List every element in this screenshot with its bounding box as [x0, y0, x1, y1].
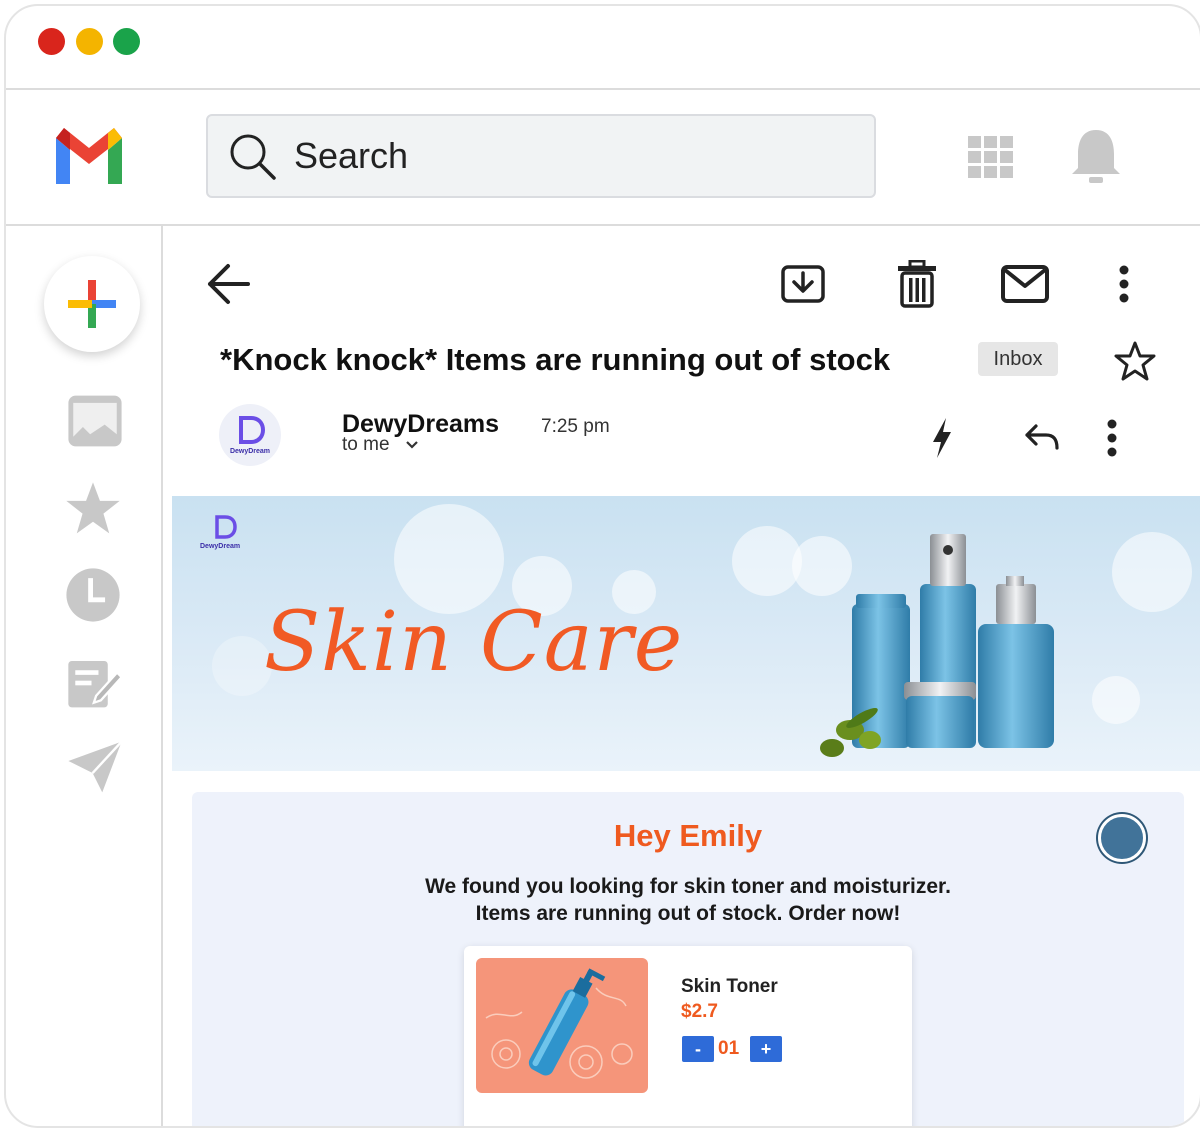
- avatar-caption: DewyDream: [229, 448, 271, 455]
- bokeh: [212, 636, 272, 696]
- clock-icon[interactable]: [64, 566, 122, 624]
- mail-icon[interactable]: [1000, 264, 1050, 304]
- product-card[interactable]: Skin Toner $2.7 - 01 +: [464, 946, 912, 1126]
- compose-button[interactable]: [44, 256, 140, 352]
- banner-headline: Skin Care: [264, 595, 684, 690]
- cosmetic-bottles-illustration: [820, 534, 1054, 757]
- more-vert-icon[interactable]: [1114, 264, 1134, 304]
- email-content-card: Hey Emily We found you looking for skin …: [192, 792, 1184, 1126]
- bell-icon[interactable]: [1070, 128, 1122, 186]
- recipient-label[interactable]: to me: [342, 434, 419, 456]
- chevron-down-icon[interactable]: [405, 440, 419, 450]
- header-divider: [6, 224, 1200, 226]
- message-line-2: Items are running out of stock. Order no…: [475, 902, 901, 925]
- recipient-text: to me: [342, 434, 390, 455]
- close-dot[interactable]: [38, 28, 65, 55]
- increase-quantity-button[interactable]: +: [750, 1036, 782, 1062]
- sidebar-divider: [161, 226, 163, 1126]
- compose-plus-icon: [68, 280, 116, 328]
- quantity-value: 01: [718, 1038, 740, 1059]
- drafts-icon[interactable]: [66, 654, 124, 712]
- maximize-dot[interactable]: [113, 28, 140, 55]
- lightning-icon[interactable]: [930, 416, 954, 460]
- title-divider: [6, 88, 1200, 90]
- browser-window: Search *Knock knock* Items are running o…: [4, 4, 1200, 1128]
- banner-logo-icon: [215, 515, 237, 539]
- trash-icon[interactable]: [896, 260, 938, 308]
- dewydream-logo-icon: [239, 416, 265, 444]
- reply-icon[interactable]: [1024, 422, 1060, 452]
- back-arrow-icon[interactable]: [204, 262, 252, 306]
- search-icon: [230, 134, 276, 180]
- bokeh: [1092, 676, 1140, 724]
- search-bar[interactable]: Search: [206, 114, 876, 198]
- email-subject: *Knock knock* Items are running out of s…: [220, 342, 891, 377]
- banner-logo-text: DewyDream: [200, 543, 241, 550]
- product-price: $2.7: [681, 1001, 718, 1022]
- apps-grid-icon[interactable]: [968, 136, 1014, 180]
- toner-bottle-illustration: [485, 968, 633, 1079]
- gmail-logo-icon[interactable]: [52, 124, 126, 188]
- search-input[interactable]: Search: [294, 136, 408, 176]
- greeting-heading: Hey Emily: [613, 818, 763, 853]
- product-name: Skin Toner: [681, 976, 778, 997]
- product-image[interactable]: [476, 958, 648, 1093]
- star-outline-icon[interactable]: [1114, 340, 1156, 382]
- sender-avatar[interactable]: DewyDream: [219, 404, 281, 466]
- minimize-dot[interactable]: [76, 28, 103, 55]
- message-more-icon[interactable]: [1102, 418, 1122, 458]
- inbox-icon[interactable]: [66, 392, 124, 450]
- inbox-label-badge[interactable]: Inbox: [978, 342, 1058, 376]
- message-line-1: We found you looking for skin toner and …: [425, 875, 951, 898]
- hero-banner: DewyDream Skin Care: [172, 496, 1200, 771]
- decrease-quantity-button[interactable]: -: [682, 1036, 714, 1062]
- archive-icon[interactable]: [780, 264, 826, 304]
- bokeh: [1112, 532, 1192, 612]
- star-icon[interactable]: [64, 480, 122, 538]
- send-icon[interactable]: [66, 738, 124, 796]
- email-time: 7:25 pm: [541, 416, 610, 437]
